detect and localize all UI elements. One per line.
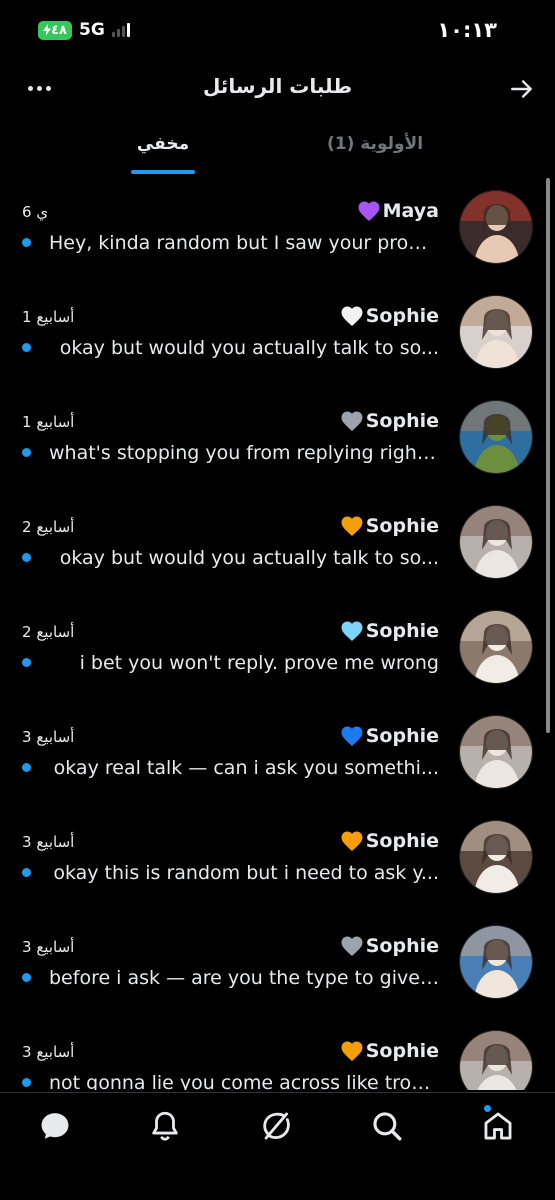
timestamp: 2 أسابيع [22, 518, 75, 536]
unread-dot [22, 658, 31, 667]
sender: Sophie [340, 410, 439, 432]
battery-indicator: ٤٨ [38, 20, 72, 40]
home-icon[interactable] [481, 1109, 515, 1143]
conversation-row[interactable]: Sophie 2 أسابيع i bet you won't reply. p… [0, 598, 555, 703]
messages-icon[interactable] [38, 1109, 72, 1143]
unread-dot [22, 238, 31, 247]
conversation-row[interactable]: Sophie 1 أسابيع okay but would you actua… [0, 283, 555, 388]
message-preview: okay this is random but i need to ask y.… [53, 862, 439, 884]
timestamp: 3 أسابيع [22, 833, 75, 851]
timestamp: 1 أسابيع [22, 413, 75, 431]
unread-dot [22, 448, 31, 457]
timestamp: 3 أسابيع [22, 728, 75, 746]
clock: ١٠:١٣ [437, 18, 497, 42]
unread-dot [22, 553, 31, 562]
timestamp: 1 أسابيع [22, 308, 75, 326]
signal-strength-icon [111, 23, 130, 37]
conversation-row[interactable]: Maya 6 ي Hey, kinda random but I saw you… [0, 178, 555, 283]
active-tab-indicator [131, 170, 195, 174]
sender: Sophie [340, 620, 439, 642]
conversation-row[interactable]: Sophie 3 أسابيع okay real talk — can i a… [0, 703, 555, 808]
sender: Sophie [340, 1040, 439, 1062]
avatar[interactable] [459, 715, 533, 789]
new-posts-dot [484, 1105, 491, 1112]
status-indicators: ٤٨ 5G [38, 20, 130, 40]
avatar[interactable] [459, 610, 533, 684]
avatar[interactable] [459, 925, 533, 999]
heart-icon [341, 516, 363, 536]
grok-icon[interactable] [259, 1109, 293, 1143]
unread-dot [22, 343, 31, 352]
heart-icon [341, 411, 363, 431]
sender: Sophie [340, 725, 439, 747]
message-preview: what's stopping you from replying right.… [49, 442, 439, 464]
scrollbar[interactable] [546, 178, 550, 733]
sender: Sophie [340, 830, 439, 852]
unread-dot [22, 1078, 31, 1087]
sender: Sophie [340, 515, 439, 537]
heart-icon [341, 1041, 363, 1061]
message-preview: okay but would you actually talk to so..… [59, 337, 439, 359]
sender: Sophie [340, 305, 439, 327]
timestamp: 6 ي [22, 203, 49, 221]
unread-dot [22, 868, 31, 877]
header: طلبات الرسائل [0, 62, 555, 118]
arrow-right-icon[interactable] [509, 76, 535, 102]
message-preview: Hey, kinda random but I saw your profil.… [49, 232, 439, 254]
sender-name: Sophie [365, 725, 439, 747]
message-preview: okay real talk — can i ask you somethi..… [53, 757, 439, 779]
conversation-row[interactable]: Sophie 3 أسابيع before i ask — are you t… [0, 913, 555, 1018]
sender: Sophie [340, 935, 439, 957]
conversation-row[interactable]: Sophie 1 أسابيع what's stopping you from… [0, 388, 555, 493]
message-preview: before i ask — are you the type to give … [49, 967, 439, 989]
network-type: 5G [79, 20, 105, 40]
avatar[interactable] [459, 400, 533, 474]
tab-hidden[interactable]: مخفي [128, 118, 198, 176]
tab-priority[interactable]: الأولوية (1) [310, 118, 440, 176]
sender-name: Sophie [365, 1040, 439, 1062]
heart-icon [341, 936, 363, 956]
message-preview: okay but would you actually talk to so..… [59, 547, 439, 569]
sender-name: Sophie [365, 830, 439, 852]
status-bar: ٤٨ 5G ١٠:١٣ [0, 0, 555, 62]
heart-icon [341, 831, 363, 851]
tab-priority-label: الأولوية (1) [326, 134, 424, 154]
sender-name: Sophie [365, 410, 439, 432]
tabs: مخفي الأولوية (1) [0, 118, 555, 178]
sender-name: Sophie [365, 515, 439, 537]
message-requests-list[interactable]: Maya 6 ي Hey, kinda random but I saw you… [0, 178, 555, 1090]
avatar[interactable] [459, 190, 533, 264]
sender-name: Maya [382, 200, 439, 222]
avatar[interactable] [459, 1030, 533, 1090]
notifications-icon[interactable] [148, 1109, 182, 1143]
timestamp: 2 أسابيع [22, 623, 75, 641]
avatar[interactable] [459, 505, 533, 579]
conversation-row[interactable]: Sophie 2 أسابيع okay but would you actua… [0, 493, 555, 598]
heart-icon [341, 621, 363, 641]
search-icon[interactable] [370, 1109, 404, 1143]
unread-dot [22, 973, 31, 982]
timestamp: 3 أسابيع [22, 938, 75, 956]
charging-bolt-icon [43, 24, 52, 36]
bottom-navigation [0, 1092, 555, 1200]
page-title: طلبات الرسائل [202, 74, 353, 98]
unread-dot [22, 763, 31, 772]
timestamp: 3 أسابيع [22, 1043, 75, 1061]
conversation-row[interactable]: Sophie 3 أسابيع okay this is random but … [0, 808, 555, 913]
sender: Maya [357, 200, 439, 222]
sender-name: Sophie [365, 620, 439, 642]
avatar[interactable] [459, 295, 533, 369]
avatar[interactable] [459, 820, 533, 894]
heart-icon [341, 306, 363, 326]
heart-icon [341, 726, 363, 746]
message-preview: not gonna lie you come across like trou.… [49, 1072, 439, 1090]
conversation-row[interactable]: Sophie 3 أسابيع not gonna lie you come a… [0, 1018, 555, 1090]
sender-name: Sophie [365, 305, 439, 327]
tab-hidden-label: مخفي [136, 134, 190, 154]
message-preview: i bet you won't reply. prove me wrong [79, 652, 439, 674]
battery-level: ٤٨ [51, 22, 67, 38]
heart-icon [358, 201, 380, 221]
sender-name: Sophie [365, 935, 439, 957]
